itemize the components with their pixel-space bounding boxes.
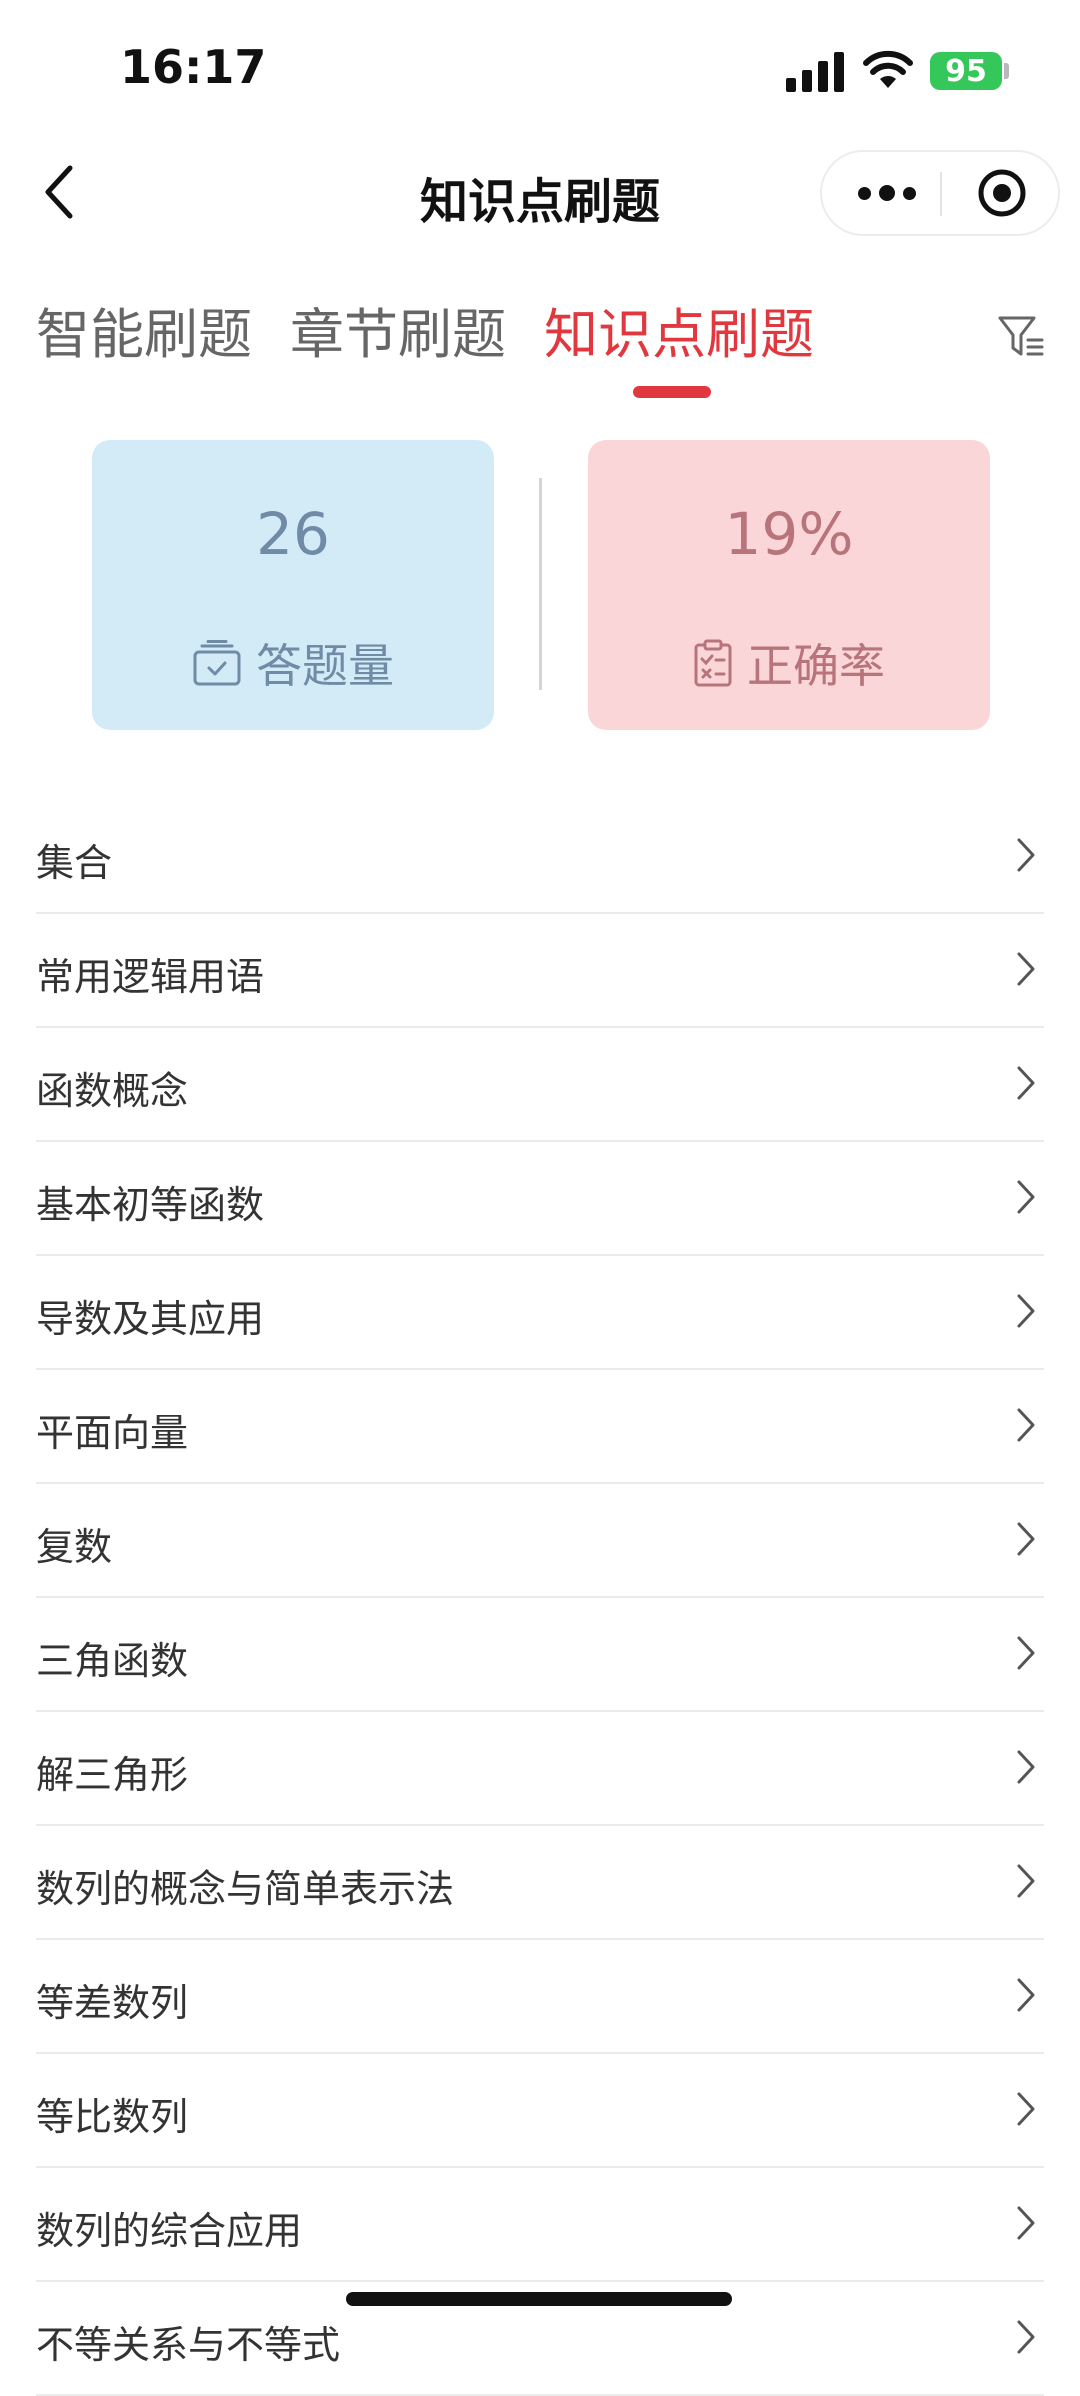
list-item[interactable]: 复数 <box>36 1484 1044 1598</box>
list-item-label: 基本初等函数 <box>36 1183 265 1227</box>
miniprogram-capsule <box>820 150 1060 236</box>
list-item-label: 数列的概念与简单表示法 <box>36 1867 455 1911</box>
tab-chapter-practice[interactable]: 章节刷题 <box>290 290 506 369</box>
filter-icon[interactable] <box>996 310 1046 360</box>
practice-tabs: 智能刷题 章节刷题 知识点刷题 <box>36 290 1080 400</box>
answered-count-label: 答题量 <box>256 639 394 693</box>
capsule-divider <box>940 172 942 216</box>
chevron-right-icon <box>1017 2206 1035 2240</box>
target-icon[interactable] <box>976 167 1028 219</box>
chevron-right-icon <box>1017 1636 1035 1670</box>
answered-count-value: 26 <box>256 500 330 568</box>
status-time: 16:17 <box>120 40 267 94</box>
list-item[interactable]: 集合 <box>36 800 1044 914</box>
battery-level: 95 <box>945 53 987 89</box>
list-item[interactable]: 函数概念 <box>36 1028 1044 1142</box>
list-item-label: 常用逻辑用语 <box>36 955 265 999</box>
nav-bar: 知识点刷题 <box>0 140 1080 250</box>
chevron-right-icon <box>1017 838 1035 872</box>
list-item[interactable]: 解三角形 <box>36 1712 1044 1826</box>
list-item-label: 三角函数 <box>36 1639 189 1683</box>
battery-tip <box>1004 63 1009 79</box>
chevron-right-icon <box>1017 2320 1035 2354</box>
tab-knowledge-practice[interactable]: 知识点刷题 <box>544 290 814 369</box>
chevron-right-icon <box>1017 1294 1035 1328</box>
list-item-label: 等比数列 <box>36 2095 189 2139</box>
list-item[interactable]: 数列的概念与简单表示法 <box>36 1826 1044 1940</box>
list-item-label: 集合 <box>36 841 113 885</box>
list-item-label: 不等关系与不等式 <box>36 2323 341 2367</box>
chevron-right-icon <box>1017 1522 1035 1556</box>
list-item[interactable]: 平面向量 <box>36 1370 1044 1484</box>
clipboard-icon <box>694 639 732 687</box>
list-item-label: 函数概念 <box>36 1069 189 1113</box>
chevron-right-icon <box>1017 1978 1035 2012</box>
chevron-right-icon <box>1017 1864 1035 1898</box>
signal-icon <box>786 52 844 92</box>
list-item[interactable]: 数列的综合应用 <box>36 2168 1044 2282</box>
chevron-right-icon <box>1017 1750 1035 1784</box>
wifi-icon <box>863 50 913 88</box>
list-item-label: 等差数列 <box>36 1981 189 2025</box>
battery-indicator: 95 <box>930 52 1002 90</box>
tab-smart-practice[interactable]: 智能刷题 <box>36 290 252 369</box>
list-item[interactable]: 基本初等函数 <box>36 1142 1044 1256</box>
list-item-label: 解三角形 <box>36 1753 189 1797</box>
home-indicator <box>346 2292 732 2306</box>
accuracy-card[interactable]: 19% 正确率 <box>588 440 990 730</box>
list-item-label: 平面向量 <box>36 1411 189 1455</box>
answered-count-card[interactable]: 26 答题量 <box>92 440 494 730</box>
status-bar: 16:17 95 <box>0 0 1080 140</box>
chevron-right-icon <box>1017 952 1035 986</box>
tray-check-icon <box>193 640 241 686</box>
chevron-right-icon <box>1017 1180 1035 1214</box>
answered-count-label-row: 答题量 <box>92 630 494 696</box>
more-icon[interactable] <box>852 170 922 216</box>
accuracy-label-row: 正确率 <box>588 630 990 696</box>
chevron-right-icon <box>1017 1408 1035 1442</box>
knowledge-point-list: 集合常用逻辑用语 函数概念基本初等函数 导数及其应用 平面向量复数三角函数解三角形数列… <box>36 800 1044 2396</box>
list-item[interactable]: 常用逻辑用语 <box>36 914 1044 1028</box>
list-item-label: 导数及其应用 <box>36 1297 265 1341</box>
list-item[interactable]: 等比数列 <box>36 2054 1044 2168</box>
list-item-label: 数列的综合应用 <box>36 2209 303 2253</box>
accuracy-value: 19% <box>724 500 854 568</box>
chevron-right-icon <box>1017 2092 1035 2126</box>
list-item-label: 复数 <box>36 1525 113 1569</box>
accuracy-label: 正确率 <box>747 639 885 693</box>
list-item[interactable]: 三角函数 <box>36 1598 1044 1712</box>
list-item[interactable]: 等差数列 <box>36 1940 1044 2054</box>
list-item[interactable]: 导数及其应用 <box>36 1256 1044 1370</box>
stats-divider <box>539 478 542 690</box>
active-tab-indicator <box>633 386 711 398</box>
chevron-right-icon <box>1017 1066 1035 1100</box>
